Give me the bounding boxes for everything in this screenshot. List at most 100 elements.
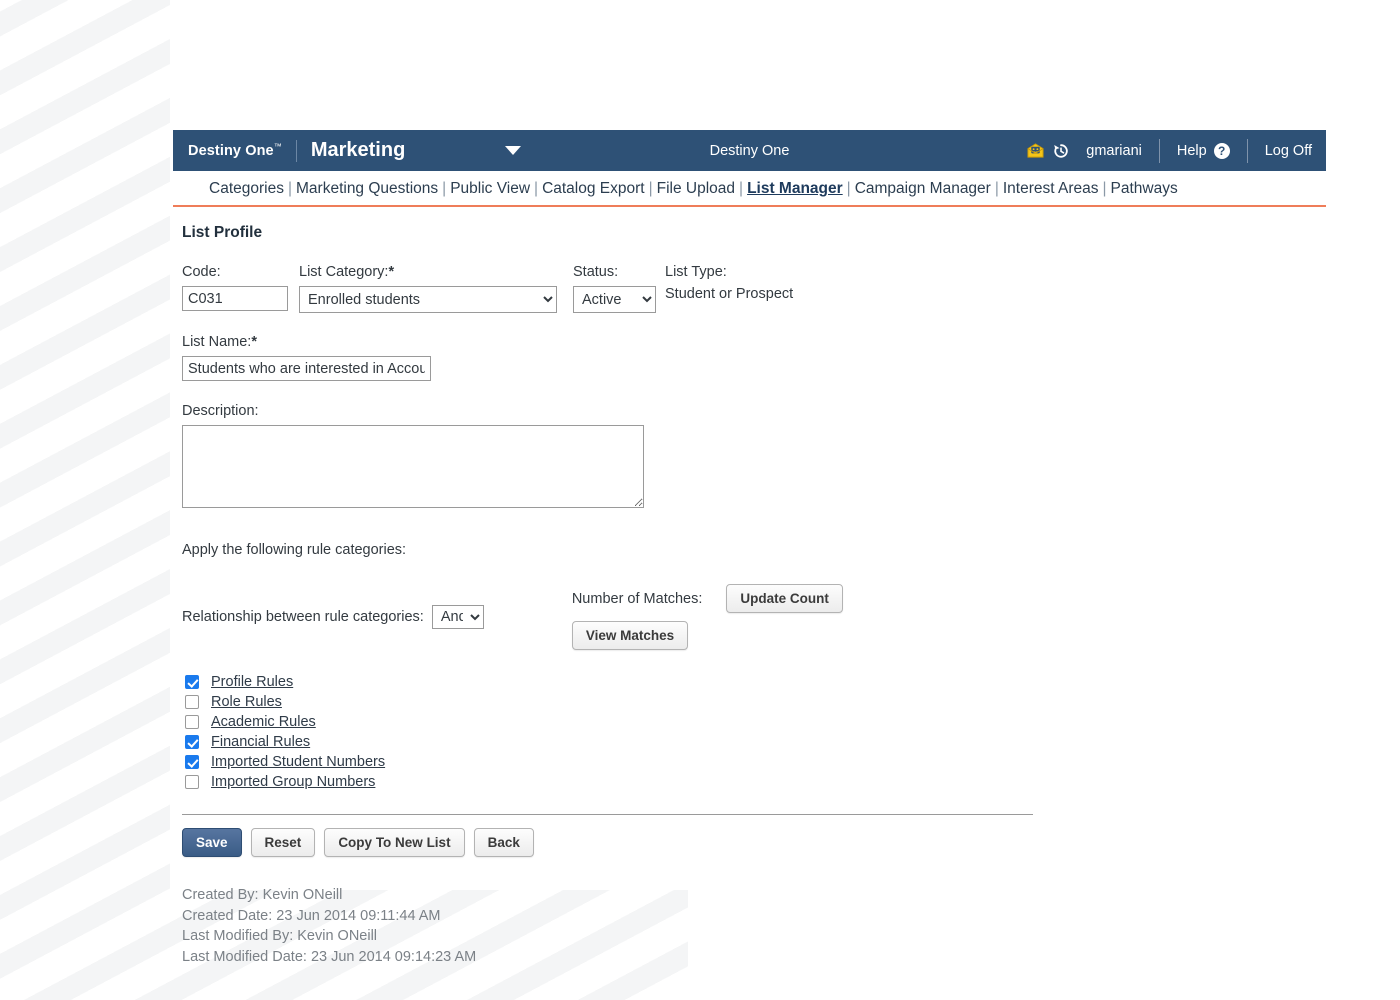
- update-count-button[interactable]: Update Count: [726, 584, 843, 613]
- view-matches-wrap: View Matches: [571, 613, 843, 650]
- nav-separator: |: [534, 180, 539, 197]
- status-label: Status:: [573, 264, 619, 280]
- status-select[interactable]: Active: [573, 286, 656, 313]
- module-nav: Categories | Marketing Questions | Public Vi…: [173, 171, 1326, 207]
- rule-categories-list: Profile Rules Role Rules Academic Rules …: [185, 672, 1326, 792]
- checkbox-financial-rules[interactable]: [185, 735, 199, 749]
- rule-link-financial-rules[interactable]: Financial Rules: [211, 734, 310, 750]
- rule-link-role-rules[interactable]: Role Rules: [211, 694, 282, 710]
- help-label: Help: [1176, 142, 1207, 159]
- nav-link[interactable]: Categories: [209, 180, 284, 197]
- list-name-label: List Name:*: [182, 334, 1326, 350]
- brand-divider: [295, 139, 297, 162]
- audit-info: Created By: Kevin ONeill Created Date: 2…: [182, 885, 1326, 967]
- view-matches-button[interactable]: View Matches: [571, 621, 689, 650]
- rule-category-row: Profile Rules: [185, 672, 1326, 692]
- relationship-select[interactable]: And: [431, 605, 484, 629]
- matches-row: Number of Matches: Update Count: [572, 584, 843, 613]
- checkbox-role-rules[interactable]: [185, 695, 199, 709]
- nav-item-categories[interactable]: Categories: [209, 180, 284, 197]
- apply-rule-categories-label: Apply the following rule categories:: [182, 542, 407, 558]
- description-label: Description:: [182, 403, 259, 419]
- nav-item-marketing-questions[interactable]: Marketing Questions: [296, 180, 438, 197]
- nav-link-active[interactable]: List Manager: [747, 180, 843, 197]
- nav-separator: |: [739, 180, 744, 197]
- rule-link-profile-rules[interactable]: Profile Rules: [211, 674, 293, 690]
- list-category-select[interactable]: Enrolled students: [299, 286, 557, 313]
- divider: [1158, 138, 1160, 163]
- code-field-group: Code:: [182, 264, 292, 311]
- nav-link[interactable]: Pathways: [1111, 180, 1178, 197]
- nav-separator: |: [1102, 180, 1107, 197]
- back-button[interactable]: Back: [473, 828, 534, 857]
- created-date-text: Created Date: 23 Jun 2014 09:11:44 AM: [182, 907, 441, 924]
- nav-link[interactable]: File Upload: [657, 180, 735, 197]
- status-field-group: Status: Active: [573, 264, 661, 313]
- nav-link[interactable]: Interest Areas: [1003, 180, 1099, 197]
- brand-name: Destiny One: [188, 142, 274, 159]
- module-name: Marketing: [310, 139, 406, 161]
- required-asterisk: *: [388, 264, 395, 280]
- checkbox-imported-student-numbers[interactable]: [185, 755, 199, 769]
- created-by-text: Created By: Kevin ONeill: [182, 887, 343, 903]
- form-action-buttons: Save Reset Copy To New List Back: [182, 828, 1326, 857]
- nav-item-interest-areas[interactable]: Interest Areas: [1003, 180, 1099, 197]
- nav-item-list-manager[interactable]: List Manager: [747, 180, 843, 197]
- list-type-label: List Type:: [665, 264, 727, 280]
- nav-separator: |: [846, 180, 851, 197]
- history-icon[interactable]: [1052, 142, 1070, 160]
- list-profile-form: List Profile Code: List Category:* Enrol…: [173, 207, 1326, 967]
- matches-block: Number of Matches: Update Count View Mat…: [571, 584, 843, 650]
- list-type-value: Student or Prospect: [665, 286, 794, 302]
- nav-separator: |: [287, 180, 292, 197]
- log-off-button[interactable]: Log Off: [1265, 143, 1312, 159]
- list-category-label: List Category:*: [299, 264, 563, 280]
- save-button[interactable]: Save: [182, 828, 242, 857]
- nav-item-campaign-manager[interactable]: Campaign Manager: [855, 180, 991, 197]
- relationship-label: Relationship between rule categories:: [182, 609, 424, 625]
- last-modified-by-text: Last Modified By: Kevin ONeill: [182, 928, 378, 944]
- nav-link[interactable]: Campaign Manager: [855, 180, 991, 197]
- list-name-input[interactable]: [182, 356, 431, 381]
- checkbox-academic-rules[interactable]: [185, 715, 199, 729]
- nav-link[interactable]: Catalog Export: [542, 180, 645, 197]
- help-button[interactable]: Help ?: [1176, 142, 1230, 159]
- nav-separator: |: [648, 180, 653, 197]
- list-category-field-group: List Category:* Enrolled students: [299, 264, 563, 313]
- reset-button[interactable]: Reset: [250, 828, 316, 857]
- application-window: Destiny One™ Marketing Destiny One gmari…: [173, 130, 1326, 967]
- code-label: Code:: [182, 264, 221, 280]
- nav-item-pathways[interactable]: Pathways: [1111, 180, 1178, 197]
- brand-logo: Destiny One™: [173, 142, 282, 159]
- chevron-down-icon[interactable]: [505, 146, 522, 155]
- mailbox-icon[interactable]: [1026, 142, 1045, 159]
- copy-to-new-list-button[interactable]: Copy To New List: [324, 828, 465, 857]
- rule-link-imported-student-numbers[interactable]: Imported Student Numbers: [211, 754, 385, 770]
- nav-separator: |: [994, 180, 999, 197]
- rule-category-row: Role Rules: [185, 692, 1326, 712]
- required-asterisk: *: [251, 334, 257, 350]
- divider: [1246, 138, 1248, 163]
- rule-category-row: Financial Rules: [185, 732, 1326, 752]
- description-textarea[interactable]: [182, 425, 644, 508]
- nav-link[interactable]: Marketing Questions: [296, 180, 438, 197]
- rule-link-imported-group-numbers[interactable]: Imported Group Numbers: [211, 774, 375, 790]
- nav-link[interactable]: Public View: [450, 180, 530, 197]
- username-label[interactable]: gmariani: [1086, 143, 1142, 159]
- relationship-and-matches-row: Relationship between rule categories: An…: [182, 584, 1326, 650]
- list-name-label-text: List Name:: [182, 334, 252, 350]
- checkbox-imported-group-numbers[interactable]: [185, 775, 199, 789]
- nav-item-catalog-export[interactable]: Catalog Export: [542, 180, 645, 197]
- question-mark-icon: ?: [1213, 142, 1230, 159]
- page-title: List Profile: [182, 224, 263, 241]
- top-bar-right: gmariani Help ? Log Off: [1026, 138, 1326, 163]
- list-type-field-group: List Type: Student or Prospect: [665, 264, 793, 302]
- nav-item-public-view[interactable]: Public View: [450, 180, 530, 197]
- checkbox-profile-rules[interactable]: [185, 675, 199, 689]
- number-of-matches-label: Number of Matches:: [571, 590, 703, 607]
- rule-category-row: Imported Group Numbers: [185, 772, 1326, 792]
- trademark-mark: ™: [273, 142, 282, 152]
- code-input[interactable]: [182, 286, 288, 311]
- rule-link-academic-rules[interactable]: Academic Rules: [211, 714, 316, 730]
- nav-item-file-upload[interactable]: File Upload: [657, 180, 735, 197]
